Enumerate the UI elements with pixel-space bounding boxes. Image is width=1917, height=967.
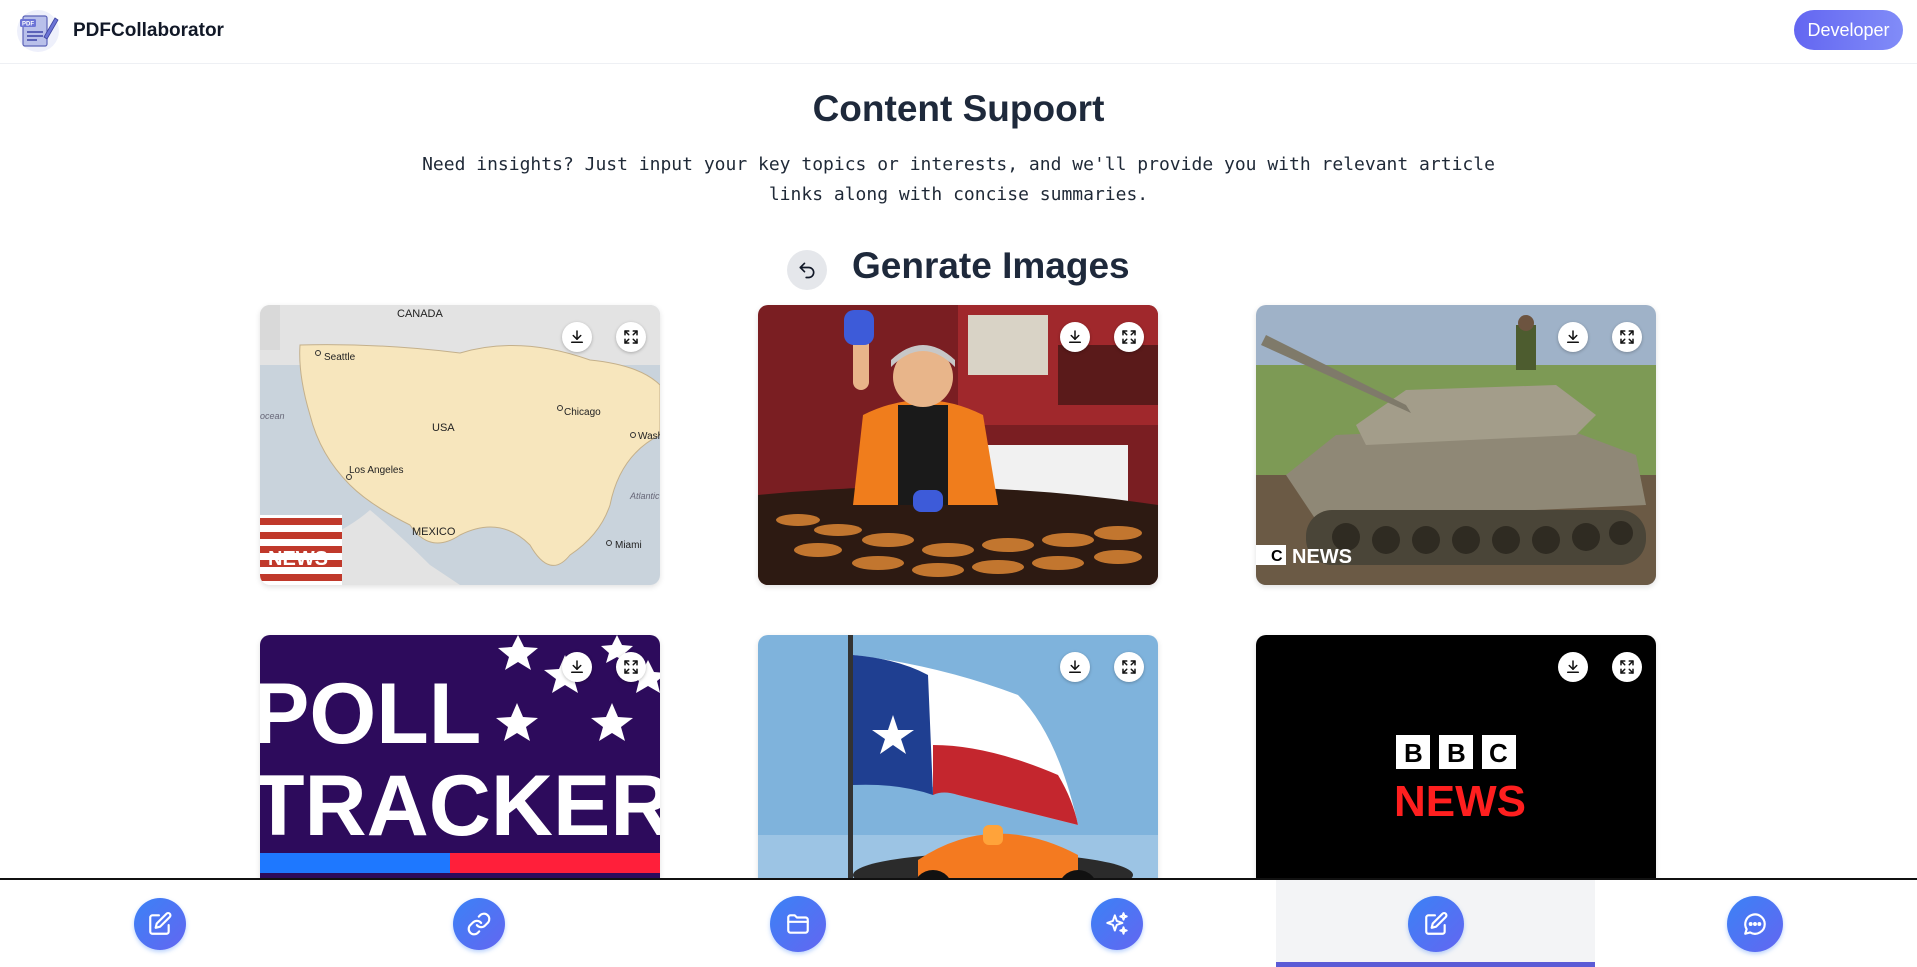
map-label-miami: Miami xyxy=(615,540,642,551)
tank-image: C NEWS xyxy=(1256,305,1656,585)
poll-tracker-image: POLL TRACKER xyxy=(260,635,660,915)
download-icon xyxy=(1069,660,1081,673)
map-label-los-angeles: Los Angeles xyxy=(349,465,404,476)
bbc-letter-c: C xyxy=(1489,738,1508,768)
fullscreen-button[interactable] xyxy=(1612,322,1642,352)
nav-item-chat[interactable] xyxy=(1595,880,1914,967)
tracker-text: TRACKER xyxy=(260,758,660,854)
link-icon xyxy=(467,912,490,935)
texas-flag-race-car-image xyxy=(758,635,1158,915)
map-label-seattle: Seattle xyxy=(324,352,356,363)
nav-item-ai[interactable] xyxy=(957,880,1276,967)
back-button[interactable] xyxy=(787,250,827,290)
fullscreen-button[interactable] xyxy=(1114,322,1144,352)
download-button[interactable] xyxy=(562,652,592,682)
expand-icon xyxy=(1122,330,1136,344)
download-button[interactable] xyxy=(1060,322,1090,352)
news-logo-letter: C xyxy=(1271,548,1283,565)
map-label-atlantic: Atlantic xyxy=(629,491,660,501)
download-button[interactable] xyxy=(562,322,592,352)
nav-button-chat[interactable] xyxy=(1726,895,1783,952)
map-label-ocean: ocean xyxy=(260,411,285,421)
nav-button-ai[interactable] xyxy=(1090,897,1143,950)
nav-item-edit[interactable] xyxy=(0,880,319,967)
bbc-news-text: NEWS xyxy=(1394,777,1526,826)
poll-text: POLL xyxy=(260,666,481,762)
image-card-bbc-news[interactable]: B B C NEWS xyxy=(1256,635,1656,915)
news-watermark: NEWS xyxy=(268,548,328,570)
page-subtitle: Need insights? Just input your key topic… xyxy=(422,154,1495,205)
map-label-canada: CANADA xyxy=(397,308,444,320)
map-label-usa: USA xyxy=(432,422,455,434)
map-image: CANADA Seattle Chicago USA Los Angeles M… xyxy=(260,305,660,585)
edit-icon xyxy=(1424,911,1447,935)
image-card-race[interactable] xyxy=(758,635,1158,915)
bbc-letter-b2: B xyxy=(1447,738,1466,768)
nav-item-folder[interactable] xyxy=(638,880,957,967)
download-icon xyxy=(571,330,583,343)
expand-icon xyxy=(1122,660,1136,674)
image-card-tank[interactable]: C NEWS xyxy=(1256,305,1656,585)
bbc-letter-b1: B xyxy=(1404,738,1423,768)
expand-icon xyxy=(1620,660,1634,674)
news-watermark: NEWS xyxy=(1292,546,1352,568)
developer-button[interactable]: Developer xyxy=(1794,10,1903,50)
app-header: PDF PDFCollaborator Developer xyxy=(0,0,1917,64)
food-vendor-image xyxy=(758,305,1158,585)
download-button[interactable] xyxy=(1558,322,1588,352)
download-icon xyxy=(571,660,583,673)
nav-button-folder[interactable] xyxy=(769,895,826,952)
fullscreen-button[interactable] xyxy=(616,652,646,682)
nav-item-link[interactable] xyxy=(319,880,638,967)
folder-icon xyxy=(786,913,809,934)
download-icon xyxy=(1069,330,1081,343)
bottom-navigation xyxy=(0,878,1917,967)
brand-name: PDFCollaborator xyxy=(73,20,224,41)
image-card-map[interactable]: CANADA Seattle Chicago USA Los Angeles M… xyxy=(260,305,660,585)
expand-icon xyxy=(624,660,638,674)
page-title: Content Supoort xyxy=(812,88,1105,129)
map-label-mexico: MEXICO xyxy=(412,526,456,538)
fullscreen-button[interactable] xyxy=(1114,652,1144,682)
download-button[interactable] xyxy=(1558,652,1588,682)
download-button[interactable] xyxy=(1060,652,1090,682)
nav-button-edit[interactable] xyxy=(133,897,186,950)
download-icon xyxy=(1567,660,1579,673)
svg-text:PDF: PDF xyxy=(22,22,34,28)
map-label-chicago: Chicago xyxy=(564,407,601,418)
image-card-food-vendor[interactable] xyxy=(758,305,1158,585)
sparkles-icon xyxy=(1105,911,1128,935)
section-title: Genrate Images xyxy=(852,245,1130,286)
map-label-wash: Wash xyxy=(638,431,660,442)
bbc-news-logo-image: B B C NEWS xyxy=(1256,635,1656,915)
image-card-poll-tracker[interactable]: POLL TRACKER xyxy=(260,635,660,915)
fullscreen-button[interactable] xyxy=(1612,652,1642,682)
fullscreen-button[interactable] xyxy=(616,322,646,352)
chat-icon xyxy=(1743,912,1766,935)
expand-icon xyxy=(1620,330,1634,344)
nav-button-link[interactable] xyxy=(452,897,505,950)
nav-button-edit-active[interactable] xyxy=(1407,895,1464,952)
nav-item-edit-active[interactable] xyxy=(1276,880,1595,967)
pdf-document-logo-icon[interactable]: PDF xyxy=(16,9,60,53)
undo-arrow-icon xyxy=(799,262,815,279)
edit-icon xyxy=(148,911,171,935)
download-icon xyxy=(1567,330,1579,343)
expand-icon xyxy=(624,330,638,344)
